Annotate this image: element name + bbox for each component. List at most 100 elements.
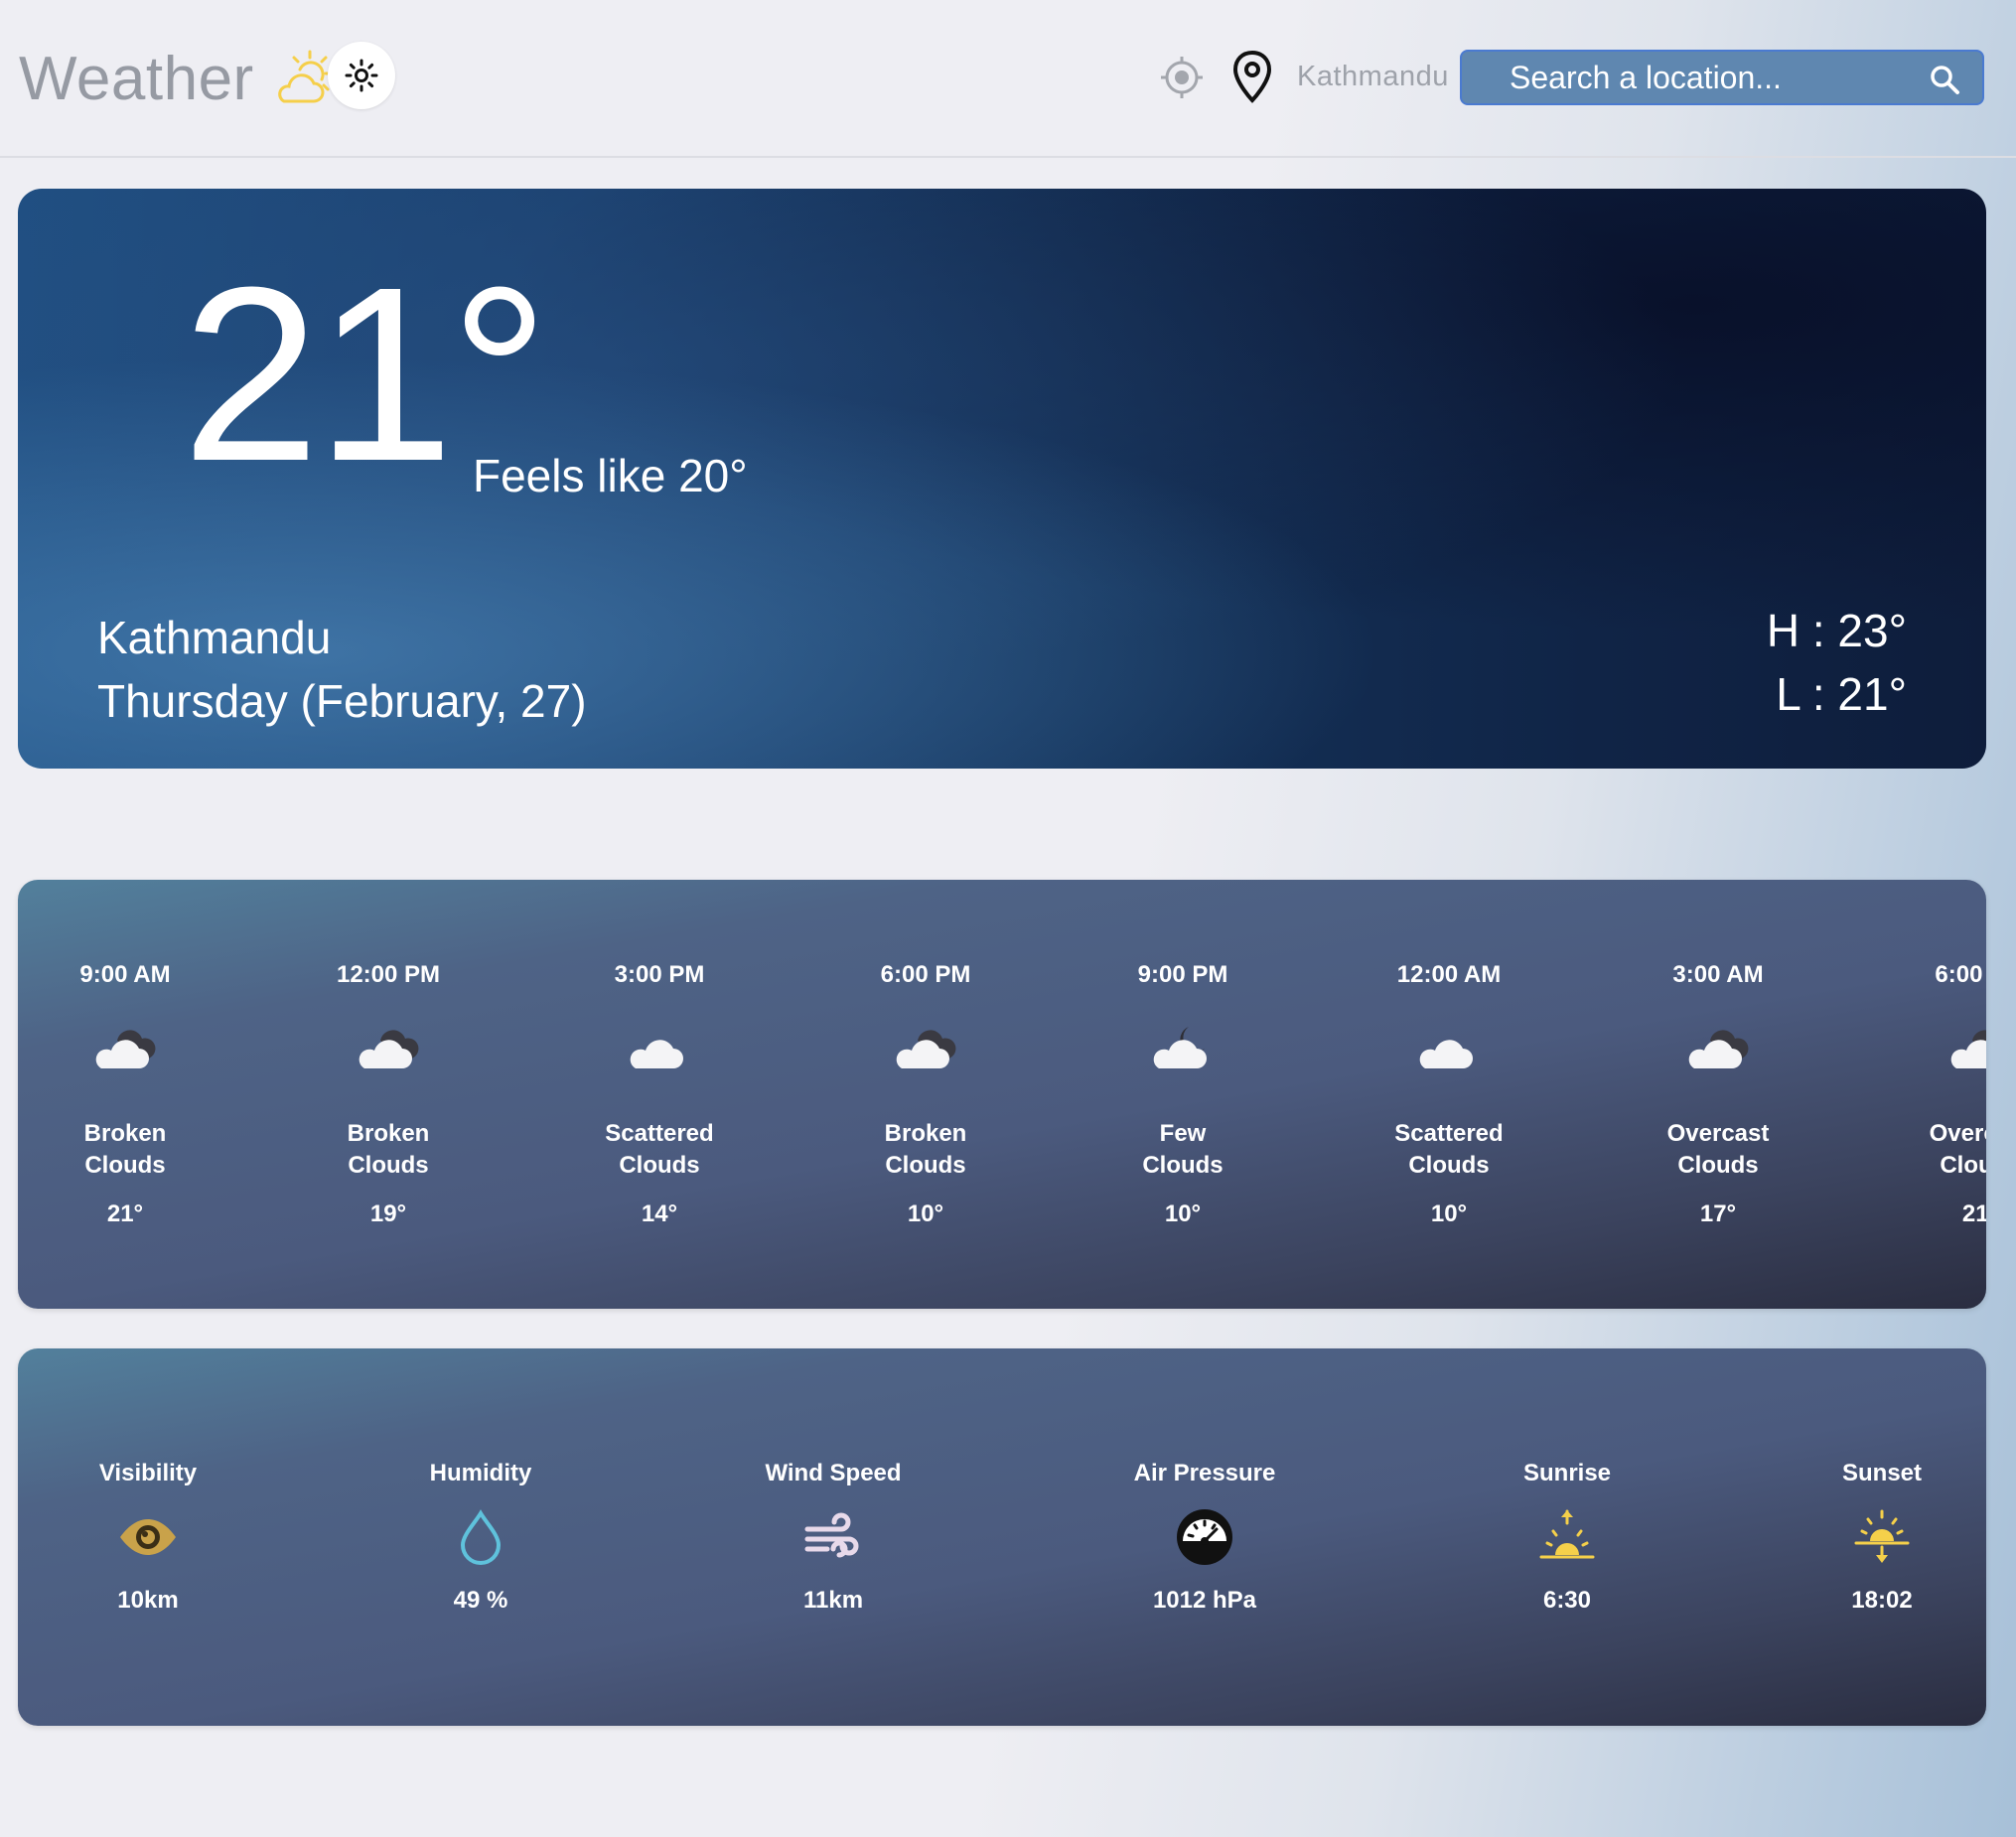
detail-label: Wind Speed — [765, 1460, 902, 1486]
broken-clouds-icon — [359, 1030, 419, 1068]
forecast-temperature: 19° — [369, 1201, 407, 1227]
current-weather-card: 21° Feels like 20° Kathmandu Thursday (F… — [18, 189, 1986, 769]
detail-label: Humidity — [429, 1460, 532, 1486]
broken-clouds-icon — [896, 1030, 956, 1068]
detail-value: 11km — [802, 1587, 864, 1614]
forecast-time: 12:00 PM — [336, 961, 441, 988]
forecast-item: 6:00 AM Overcast Clouds 21° — [1881, 880, 1986, 1309]
forecast-item: 9:00 PM Few Clouds 10° — [1083, 880, 1282, 1309]
forecast-item: 6:00 PM Broken Clouds 10° — [826, 880, 1025, 1309]
forecast-desc-line: Scattered — [1394, 1120, 1504, 1147]
forecast-temperature: 10° — [907, 1201, 944, 1227]
magnifier-icon[interactable] — [1929, 64, 1960, 95]
detail-value: 18:02 — [1851, 1587, 1913, 1614]
forecast-description: Few Clouds — [1083, 1118, 1282, 1182]
forecast-description: Overcast Clouds — [1619, 1118, 1817, 1182]
forecast-description: Broken Clouds — [289, 1118, 488, 1182]
hourly-forecast-panel[interactable]: 9:00 AM Broken Clouds 21° 12:00 PM Broke… — [18, 880, 1986, 1309]
forecast-desc-line: Clouds — [84, 1152, 166, 1179]
forecast-description: Scattered Clouds — [560, 1118, 759, 1182]
weather-details-panel: Visibility 10km Humidity 49 % Wind Speed… — [18, 1348, 1986, 1726]
current-city: Kathmandu — [97, 612, 332, 663]
forecast-desc-line: Clouds — [885, 1152, 966, 1179]
forecast-desc-line: Clouds — [1677, 1152, 1759, 1179]
sunset-icon — [1854, 1509, 1910, 1563]
theme-toggle-button[interactable] — [328, 42, 395, 109]
forecast-temperature: 10° — [1164, 1201, 1202, 1227]
forecast-desc-line: Broken — [884, 1120, 967, 1147]
detail-label: Air Pressure — [1133, 1460, 1276, 1486]
detail-wind-speed: Wind Speed 11km — [724, 1348, 942, 1726]
current-location-button[interactable] — [1157, 53, 1207, 102]
detail-label: Sunrise — [1522, 1460, 1612, 1486]
detail-value: 6:30 — [1542, 1587, 1592, 1614]
detail-value: 1012 hPa — [1152, 1587, 1257, 1614]
forecast-time: 9:00 PM — [1137, 961, 1228, 988]
map-pin-icon[interactable] — [1231, 50, 1273, 103]
forecast-desc-line: Clouds — [1408, 1152, 1490, 1179]
app-header: Weather Kathmandu Search a location... — [0, 0, 2016, 158]
detail-value: 49 % — [453, 1587, 508, 1614]
gauge-icon — [1177, 1509, 1232, 1565]
forecast-description: Broken Clouds — [26, 1118, 224, 1182]
forecast-item: 9:00 AM Broken Clouds 21° — [26, 880, 224, 1309]
forecast-desc-line: Few — [1159, 1120, 1207, 1147]
detail-label: Sunset — [1841, 1460, 1922, 1486]
forecast-desc-line: Clouds — [619, 1152, 700, 1179]
detail-humidity: Humidity 49 % — [371, 1348, 590, 1726]
detail-label: Visibility — [98, 1460, 198, 1486]
overcast-clouds-icon — [1688, 1030, 1749, 1068]
scattered-clouds-icon — [1419, 1040, 1473, 1068]
forecast-temperature: 10° — [1430, 1201, 1468, 1227]
wind-icon — [804, 1512, 859, 1558]
forecast-description: Scattered Clouds — [1350, 1118, 1548, 1182]
few-clouds-night-icon — [1153, 1027, 1207, 1068]
forecast-temperature: 17° — [1699, 1201, 1737, 1227]
forecast-desc-line: Overcast — [1666, 1120, 1770, 1147]
forecast-description: Overcast Clouds — [1881, 1118, 1986, 1182]
sun-icon — [345, 59, 378, 92]
search-box[interactable] — [1460, 50, 1984, 105]
partly-cloudy-icon — [277, 50, 334, 103]
feels-like: Feels like 20° — [473, 450, 748, 501]
forecast-desc-line: Clouds — [1142, 1152, 1224, 1179]
crosshair-icon — [1161, 57, 1203, 98]
forecast-item: 3:00 PM Scattered Clouds 14° — [560, 880, 759, 1309]
forecast-desc-line: Broken — [347, 1120, 430, 1147]
detail-value: 10km — [117, 1587, 179, 1614]
detail-visibility: Visibility 10km — [39, 1348, 257, 1726]
current-date: Thursday (February, 27) — [97, 675, 587, 727]
forecast-item: 12:00 AM Scattered Clouds 10° — [1350, 880, 1548, 1309]
location-label: Kathmandu — [1297, 61, 1449, 92]
sunrise-icon — [1539, 1509, 1595, 1559]
overcast-clouds-icon — [1950, 1030, 1986, 1068]
forecast-time: 3:00 AM — [1672, 961, 1764, 988]
forecast-description: Broken Clouds — [826, 1118, 1025, 1182]
forecast-time: 6:00 PM — [880, 961, 971, 988]
high-temperature: H : 23° — [1766, 605, 1907, 656]
forecast-temperature: 21° — [106, 1201, 144, 1227]
forecast-desc-line: Broken — [83, 1120, 167, 1147]
forecast-desc-line: Clouds — [348, 1152, 429, 1179]
forecast-item: 3:00 AM Overcast Clouds 17° — [1619, 880, 1817, 1309]
forecast-item: 12:00 PM Broken Clouds 19° — [289, 880, 488, 1309]
low-temperature: L : 21° — [1776, 668, 1907, 720]
detail-sunset: Sunset 18:02 — [1773, 1348, 1986, 1726]
eye-icon — [120, 1519, 176, 1555]
forecast-temperature: 14° — [641, 1201, 678, 1227]
forecast-time: 6:00 AM — [1935, 961, 1986, 988]
app-title: Weather — [19, 44, 254, 113]
droplet-icon — [460, 1509, 502, 1565]
forecast-desc-line: Overcast — [1929, 1120, 1986, 1147]
forecast-time: 9:00 AM — [79, 961, 171, 988]
brand: Weather — [19, 42, 336, 115]
forecast-desc-line: Scattered — [605, 1120, 714, 1147]
forecast-desc-line: Clouds — [1940, 1152, 1986, 1179]
forecast-time: 3:00 PM — [614, 961, 705, 988]
forecast-temperature: 21° — [1961, 1201, 1986, 1227]
detail-air-pressure: Air Pressure 1012 hPa — [1095, 1348, 1314, 1726]
search-input[interactable] — [1462, 52, 1919, 103]
broken-clouds-icon — [95, 1030, 156, 1068]
forecast-time: 12:00 AM — [1396, 961, 1502, 988]
detail-sunrise: Sunrise 6:30 — [1458, 1348, 1676, 1726]
